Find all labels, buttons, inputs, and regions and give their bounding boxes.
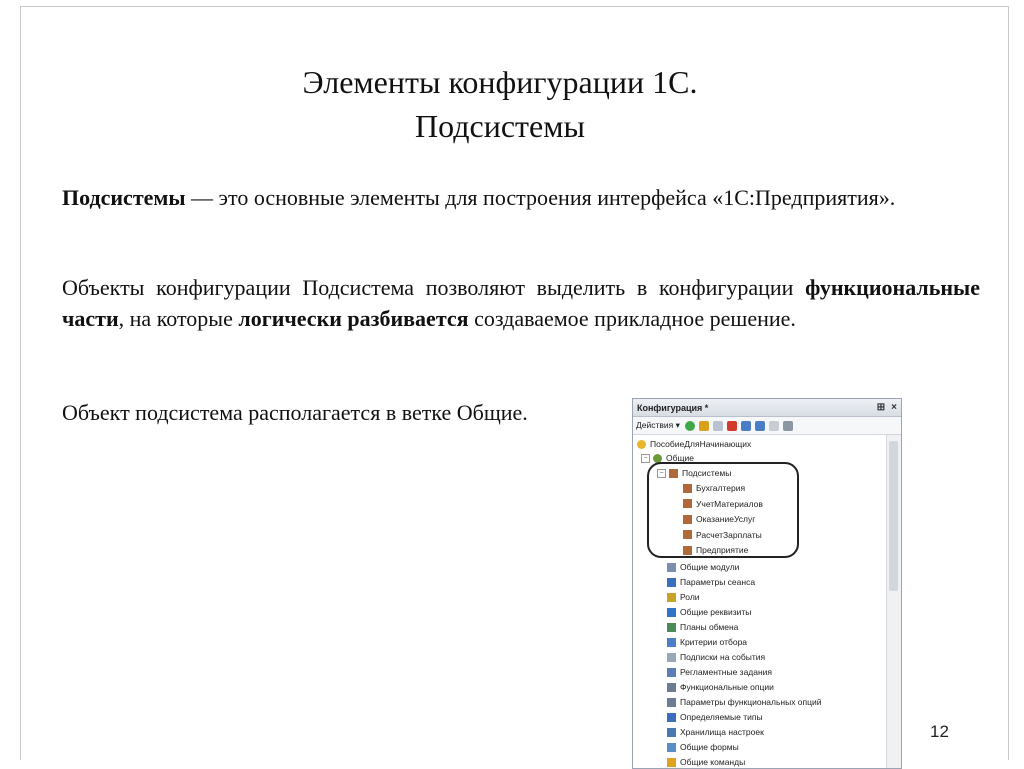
subsystems-highlight-oval — [647, 462, 799, 558]
tree-item-general-object[interactable]: Хранилища настроек — [667, 725, 764, 739]
slide-title: Элементы конфигурации 1С. Подсистемы — [0, 60, 1000, 148]
scrollbar-thumb[interactable] — [889, 441, 898, 591]
paragraph-purpose: Объекты конфигурации Подсистема позволяю… — [62, 272, 980, 334]
move-up-icon[interactable] — [740, 420, 751, 431]
page-number: 12 — [930, 722, 949, 741]
copy-icon[interactable] — [712, 420, 723, 431]
paragraph-location: Объект подсистема располагается в ветке … — [62, 400, 528, 425]
tree-item-root[interactable]: ПособиеДляНачинающих — [637, 437, 751, 451]
slide-border-right — [1008, 6, 1009, 760]
tree-item-general-object[interactable]: Роли — [667, 590, 700, 604]
tree-item-label: Общие реквизиты — [680, 607, 752, 617]
tree-item-general-object[interactable]: Планы обмена — [667, 620, 738, 634]
metadata-object-icon — [667, 607, 676, 617]
metadata-object-icon — [667, 727, 676, 737]
window-close-icon[interactable]: × — [891, 402, 897, 413]
tree-item-general-object[interactable]: Определяемые типы — [667, 710, 763, 724]
tree-item-general-object[interactable]: Функциональные опции — [667, 680, 774, 694]
tree-item-general-object[interactable]: Критерии отбора — [667, 635, 747, 649]
window-toolbar: Действия ▾ — [633, 417, 901, 435]
metadata-object-icon — [667, 577, 676, 587]
tree-item-general-object[interactable]: Параметры сеанса — [667, 575, 755, 589]
tree-item-general-object[interactable]: Общие реквизиты — [667, 605, 751, 619]
purpose-text-a: Объекты конфигурации Подсистема позволяю… — [62, 275, 806, 300]
metadata-object-icon — [667, 562, 676, 572]
collapse-icon[interactable]: − — [641, 453, 650, 463]
slide-title-line-2: Подсистемы — [415, 108, 585, 144]
tree-item-label: Хранилища настроек — [680, 727, 764, 737]
window-pin-icon[interactable]: ⊞ — [877, 402, 885, 413]
tree-item-label: Общие формы — [680, 742, 739, 752]
metadata-object-icon — [667, 742, 676, 752]
delete-icon[interactable] — [726, 420, 737, 431]
term-subsystems: Подсистемы — [62, 185, 186, 210]
tree-item-label: ПособиеДляНачинающих — [650, 439, 752, 449]
definition-text: — это основные элементы для построения и… — [185, 185, 896, 210]
move-down-icon[interactable] — [754, 420, 765, 431]
tree-item-label: Планы обмена — [680, 622, 739, 632]
configuration-icon — [637, 439, 646, 449]
metadata-object-icon — [667, 682, 676, 692]
window-title-bar: Конфигурация * ⊞ × — [633, 399, 901, 417]
tree-scrollbar[interactable] — [886, 435, 901, 768]
add-icon[interactable] — [684, 420, 695, 431]
tree-item-general-object[interactable]: Подписки на события — [667, 650, 765, 664]
tree-item-label: Регламентные задания — [680, 667, 773, 677]
tree-item-label: Параметры функциональных опций — [680, 697, 822, 707]
tree-item-label: Общие команды — [680, 757, 746, 767]
slide-title-line-1: Элементы конфигурации 1С. — [302, 64, 698, 100]
tree-item-label: Критерии отбора — [680, 637, 748, 647]
tree-item-general-object[interactable]: Общие модули — [667, 560, 739, 574]
tree-item-label: Функциональные опции — [680, 682, 774, 692]
tree-item-label: Роли — [680, 592, 700, 602]
configuration-window: Конфигурация * ⊞ × Действия ▾ ПособиеДля… — [632, 398, 902, 769]
tree-item-label: Общие модули — [680, 562, 740, 572]
metadata-object-icon — [667, 697, 676, 707]
edit-icon[interactable] — [698, 420, 709, 431]
window-title: Конфигурация * — [637, 402, 709, 413]
tree-item-general-object[interactable]: Параметры функциональных опций — [667, 695, 822, 709]
term-logically-divided: логически разбивается — [238, 306, 469, 331]
purpose-text-c: , на которые — [118, 306, 239, 331]
tree-item-label: Определяемые типы — [680, 712, 763, 722]
metadata-object-icon — [667, 667, 676, 677]
properties-icon[interactable] — [768, 420, 779, 431]
tree-item-label: Подписки на события — [680, 652, 766, 662]
tree-item-general-object[interactable]: Регламентные задания — [667, 665, 772, 679]
metadata-object-icon — [667, 637, 676, 647]
metadata-object-icon — [667, 622, 676, 632]
metadata-object-icon — [667, 757, 676, 767]
metadata-object-icon — [667, 652, 676, 662]
metadata-object-icon — [667, 712, 676, 722]
filter-icon[interactable] — [782, 420, 793, 431]
paragraph-definition: Подсистемы — это основные элементы для п… — [62, 182, 980, 213]
slide-border-top — [20, 6, 1008, 7]
tree-item-general-object[interactable]: Общие формы — [667, 740, 739, 754]
purpose-text-e: создаваемое прикладное решение. — [468, 306, 796, 331]
tree-item-label: Параметры сеанса — [680, 577, 756, 587]
actions-menu[interactable]: Действия ▾ — [636, 420, 680, 431]
metadata-object-icon — [667, 592, 676, 602]
